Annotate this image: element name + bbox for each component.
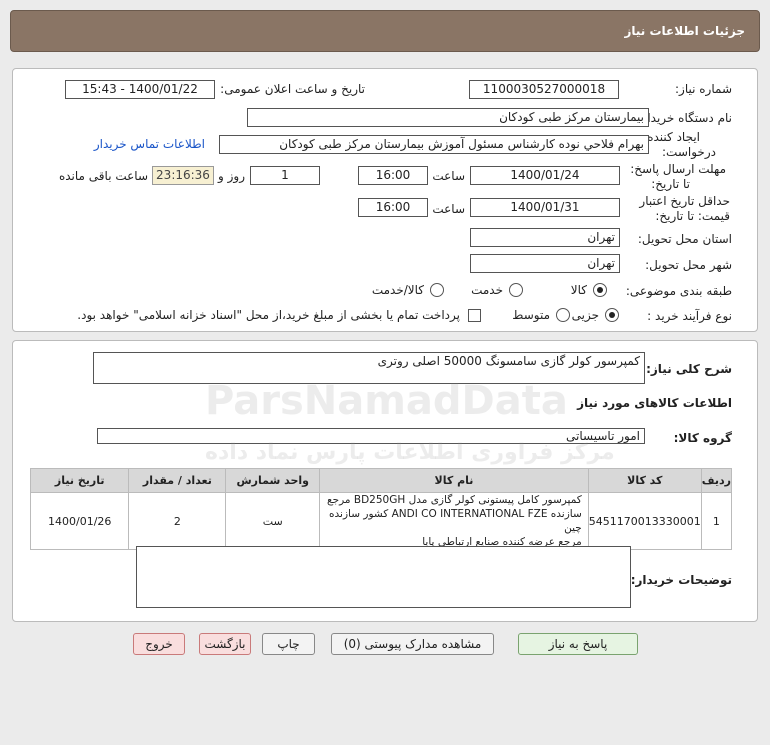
contact-buyer-link[interactable]: اطلاعات تماس خریدار xyxy=(94,137,205,151)
need-description-field: کمپرسور کولر گازی سامسونگ 50000 اصلی روت… xyxy=(93,352,645,384)
province-field: تهران xyxy=(470,228,620,247)
creator-label-1: ایجاد کننده xyxy=(647,130,700,144)
remaining-time-field: 23:16:36 xyxy=(152,166,214,185)
announce-label: تاریخ و ساعت اعلان عمومی: xyxy=(220,82,365,96)
buyer-notes-label: توضیحات خریدار: xyxy=(630,573,732,587)
col-unit-header: واحد شمارش xyxy=(225,468,321,493)
category-radio-service[interactable] xyxy=(509,283,523,297)
col-qty-header: تعداد / مقدار xyxy=(128,468,227,493)
category-option-goods-service: کالا/خدمت xyxy=(371,283,424,297)
page-title: جزئیات اطلاعات نیاز xyxy=(624,24,745,38)
items-table: ردیف کد کالا نام کالا واحد شمارش تعداد /… xyxy=(29,468,733,550)
cell-date: 1400/01/26 xyxy=(29,492,130,550)
treasury-payment-note: پرداخت تمام یا بخشی از مبلغ خرید،از محل … xyxy=(77,308,460,322)
process-radio-medium[interactable] xyxy=(556,308,570,322)
validity-time-label: ساعت xyxy=(432,202,465,216)
col-date-header: تاریخ نیاز xyxy=(29,468,130,493)
deadline-date-field: 1400/01/24 xyxy=(470,166,620,185)
process-radio-minor[interactable] xyxy=(605,308,619,322)
table-header-row: ردیف کد کالا نام کالا واحد شمارش تعداد /… xyxy=(29,468,733,493)
buyer-notes-box xyxy=(136,546,631,608)
cell-code: 5451170013330001 xyxy=(587,492,702,550)
validity-date-field: 1400/01/31 xyxy=(470,198,620,217)
process-option-medium: متوسط xyxy=(512,308,550,322)
days-label: روز و xyxy=(218,169,245,183)
deadline-time-label: ساعت xyxy=(432,169,465,183)
category-label: طبقه بندی موضوعی: xyxy=(625,284,732,298)
items-section-title: اطلاعات کالاهای مورد نیاز xyxy=(577,396,732,410)
cell-row: 1 xyxy=(700,492,733,550)
creator-field: بهرام فلاحي نوده كارشناس مسئول آموزش بیم… xyxy=(219,135,649,154)
need-description-label: شرح کلی نیاز: xyxy=(646,362,732,376)
deadline-label-1: مهلت ارسال پاسخ: xyxy=(630,162,726,176)
province-label: استان محل تحویل: xyxy=(637,232,732,246)
page-header: جزئیات اطلاعات نیاز xyxy=(10,10,760,52)
print-button[interactable]: چاپ xyxy=(262,633,315,655)
category-radio-goods[interactable] xyxy=(593,283,607,297)
process-label: نوع فرآیند خرید : xyxy=(647,309,732,323)
process-option-minor: جزیی xyxy=(571,308,599,322)
city-label: شهر محل تحویل: xyxy=(645,258,732,272)
buyer-org-field: بیمارستان مرکز طبی کودکان xyxy=(247,108,649,127)
reply-button[interactable]: پاسخ به نیاز xyxy=(518,633,638,655)
announce-field: 1400/01/22 - 15:43 xyxy=(65,80,215,99)
treasury-payment-checkbox[interactable] xyxy=(468,309,481,322)
category-option-service: خدمت xyxy=(471,283,503,297)
col-name-header: نام کالا xyxy=(319,468,589,493)
category-radio-goods-service[interactable] xyxy=(430,283,444,297)
cell-qty: 2 xyxy=(128,492,227,550)
cell-name: کمپرسور کامل پیستونی کولر گازی مدل BD250… xyxy=(319,492,589,550)
validity-label-2: قیمت: تا تاریخ: xyxy=(655,209,730,223)
goods-group-label: گروه کالا: xyxy=(673,431,732,445)
validity-time-field: 16:00 xyxy=(358,198,428,217)
deadline-time-field: 16:00 xyxy=(358,166,428,185)
creator-label-2: درخواست: xyxy=(662,145,716,159)
back-button[interactable]: بازگشت xyxy=(199,633,251,655)
days-field: 1 xyxy=(250,166,320,185)
need-number-field: 1100030527000018 xyxy=(469,80,619,99)
exit-button[interactable]: خروج xyxy=(133,633,185,655)
category-option-goods: کالا xyxy=(570,283,587,297)
deadline-label-2: تا تاریخ: xyxy=(651,177,690,191)
goods-group-field: امور تاسیساتی xyxy=(97,428,645,444)
cell-name-line-1: کمپرسور کامل پیستونی کولر گازی مدل BD250… xyxy=(327,494,582,506)
remaining-label: ساعت باقی مانده xyxy=(58,169,148,183)
table-row: 1 5451170013330001 کمپرسور کامل پیستونی … xyxy=(29,492,733,550)
view-documents-button[interactable]: مشاهده مدارک پیوستی (0) xyxy=(331,633,494,655)
col-code-header: کد کالا xyxy=(587,468,702,493)
city-field: تهران xyxy=(470,254,620,273)
buyer-org-label: نام دستگاه خریدار: xyxy=(637,111,733,125)
col-row-header: ردیف xyxy=(700,468,733,493)
validity-label-1: حداقل تاریخ اعتبار xyxy=(639,194,730,208)
cell-name-line-2: سازنده ANDI CO INTERNATIONAL FZE کشور سا… xyxy=(329,508,582,534)
need-number-label: شماره نیاز: xyxy=(675,82,732,96)
cell-unit: ست xyxy=(225,492,321,550)
